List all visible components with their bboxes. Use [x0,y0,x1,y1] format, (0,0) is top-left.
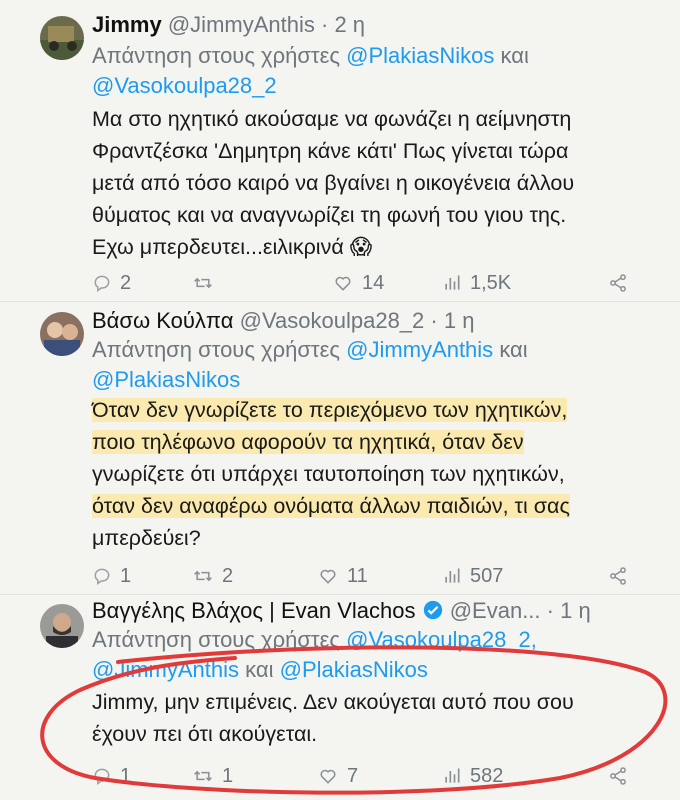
author-name[interactable]: Βαγγέλης Βλάχος | Evan Vlachos [92,598,415,623]
reply-context: Απάντηση στους χρήστες @Vasokoulpa28_2, … [92,625,537,685]
views-icon [442,273,462,293]
tweet-text-line: όταν δεν αναφέρω ονόματα άλλων παιδιών, … [92,490,570,522]
retweet-icon [192,766,214,786]
tweet-text-line: θύματος και να αναγνωρίζει τη φωνή του γ… [92,203,567,227]
action-bar: 2 14 1,5K [92,270,640,296]
author-handle[interactable]: @Evan... [450,598,541,623]
avatar[interactable] [40,16,84,60]
timestamp[interactable]: 1 η [560,598,591,623]
heart-icon [317,766,339,786]
reply-count: 1 [120,564,132,587]
mention-link[interactable]: @PlakiasNikos [280,657,428,682]
reply-button[interactable]: 1 [92,563,131,589]
tweet-text-line: Μα στο ηχητικό ακούσαμε να φωνάζει η αεί… [92,107,572,131]
views-button[interactable]: 1,5K [442,270,511,296]
share-button[interactable] [608,270,628,296]
like-button[interactable]: 11 [317,563,368,589]
separator-dot: · [546,598,554,623]
retweet-icon [192,566,214,586]
separator-dot: · [321,12,329,37]
tweet-text: Jimmy, μην επιμένεις. Δεν ακούγεται αυτό… [92,686,574,750]
tweet-text-line: μετά από τόσο καιρό να βγαίνει η οικογέν… [92,171,575,195]
tweet-text-line: Όταν δεν γνωρίζετε το περιεχόμενο των ηχ… [92,394,570,426]
reply-and: και [499,337,528,362]
mention-link[interactable]: @PlakiasNikos [346,43,494,68]
timestamp[interactable]: 2 η [334,12,365,37]
divider [0,594,680,595]
avatar[interactable] [40,604,84,648]
tweet-text-line: ποιο τηλέφωνο αφορούν τα ηχητικά, όταν δ… [92,426,570,458]
reply-icon [92,273,112,293]
views-button[interactable]: 582 [442,763,503,789]
tweet-text-line: Jimmy, μην επιμένεις. Δεν ακούγεται αυτό… [92,690,574,714]
highlighted-text: Όταν δεν γνωρίζετε το περιεχόμενο των ηχ… [92,398,568,422]
reply-icon [92,766,112,786]
share-button[interactable] [608,763,628,789]
heart-icon [317,566,339,586]
reply-and: και [245,657,274,682]
action-bar: 1 1 7 582 [92,763,640,789]
author-handle[interactable]: @JimmyAnthis [168,12,315,37]
mention-link[interactable]: @Vasokoulpa28_2 [92,73,277,98]
like-count: 14 [362,271,385,294]
like-count: 11 [347,564,368,587]
reply-icon [92,566,112,586]
verified-icon [422,599,444,628]
tweet-text: Μα στο ηχητικό ακούσαμε να φωνάζει η αεί… [92,103,574,263]
like-button[interactable]: 7 [317,763,358,789]
reply-prefix: Απάντηση στους χρήστες [92,337,341,362]
retweet-icon [192,273,214,293]
mention-link[interactable]: @PlakiasNikos [92,367,240,392]
reply-button[interactable]: 2 [92,270,131,296]
retweet-button[interactable]: 2 [192,563,233,589]
reply-context: Απάντηση στους χρήστες @JimmyAnthis και … [92,335,528,395]
tweet-text-line: Φραντζέσκα 'Δημητρη κάνε κάτι' Πως γίνετ… [92,139,569,163]
reply-count: 2 [120,271,132,294]
views-button[interactable]: 507 [442,563,503,589]
avatar[interactable] [40,312,84,356]
retweet-count: 1 [222,764,234,787]
like-button[interactable]: 14 [332,270,384,296]
share-icon [608,566,628,586]
highlighted-text: όταν δεν αναφέρω ονόματα άλλων παιδιών, … [92,494,570,518]
tweet-text-line: έχουν πει ότι ακούγεται. [92,722,318,746]
retweet-button[interactable]: 1 [192,763,233,789]
mention-link[interactable]: @JimmyAnthis [346,337,493,362]
share-icon [608,766,628,786]
mention-link[interactable]: @Vasokoulpa28_2, [346,627,537,652]
like-count: 7 [347,764,359,787]
views-icon [442,566,462,586]
reply-and: και [500,43,529,68]
reply-count: 1 [120,764,132,787]
retweet-count: 2 [222,564,234,587]
retweet-button[interactable] [192,270,222,296]
views-count: 582 [470,764,504,787]
tweet-text: Όταν δεν γνωρίζετε το περιεχόμενο των ηχ… [92,394,570,554]
author-name[interactable]: Βάσω Κούλπα [92,308,234,333]
tweet-text-line: γνωρίζετε ότι υπάρχει ταυτοποίηση των ηχ… [92,462,565,486]
separator-dot: · [430,308,438,333]
views-icon [442,766,462,786]
reply-context: Απάντηση στους χρήστες @PlakiasNikos και… [92,41,529,101]
views-count: 1,5K [470,271,512,294]
author-handle[interactable]: @Vasokoulpa28_2 [240,308,425,333]
share-icon [608,273,628,293]
share-button[interactable] [608,563,628,589]
reply-button[interactable]: 1 [92,763,131,789]
action-bar: 1 2 11 507 [92,563,640,589]
heart-icon [332,273,354,293]
timestamp[interactable]: 1 η [444,308,475,333]
mention-link[interactable]: @JimmyAnthis [92,657,239,682]
tweet-text-line: μπερδεύει? [92,526,201,550]
highlighted-text: ποιο τηλέφωνο αφορούν τα ηχητικά, όταν δ… [92,430,524,454]
views-count: 507 [470,564,504,587]
tweet-text-line: Εχω μπερδευτει...ειλικρινά 😱 [92,235,373,259]
divider [0,301,680,302]
reply-prefix: Απάντηση στους χρήστες [92,43,341,68]
author-name[interactable]: Jimmy [92,12,162,37]
reply-prefix: Απάντηση στους χρήστες [92,627,341,652]
